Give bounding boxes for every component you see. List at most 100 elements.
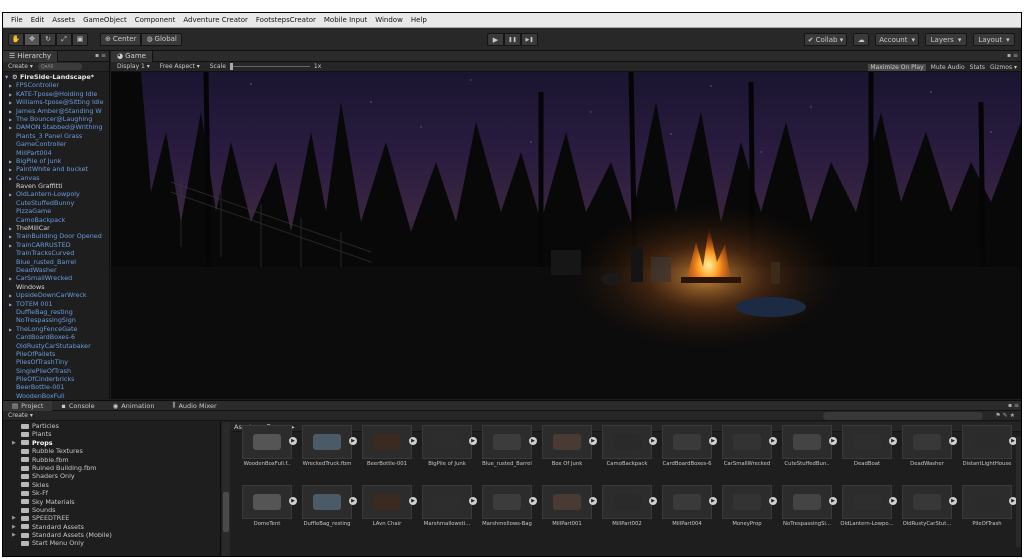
play-icon[interactable]: ▶: [487, 33, 504, 46]
chevron-right-icon[interactable]: ▶: [12, 523, 18, 531]
menu-item-help[interactable]: Help: [407, 16, 431, 24]
chevron-right-icon[interactable]: ▶: [9, 108, 16, 115]
expand-prefab-icon[interactable]: ▶: [649, 437, 657, 445]
chevron-right-icon[interactable]: ▶: [9, 326, 16, 333]
folder-tree-item[interactable]: Sounds: [12, 506, 220, 514]
asset-tile[interactable]: ▶ OldRustyCarStut...: [897, 485, 957, 535]
folder-tree-item[interactable]: Rubble.fbm: [12, 456, 220, 464]
hierarchy-item[interactable]: ▶ The Bouncer@Laughing: [5, 115, 109, 123]
aspect-dropdown[interactable]: Free Aspect ▾: [160, 63, 200, 70]
move-tool-icon[interactable]: ✥: [24, 32, 40, 46]
hierarchy-item[interactable]: CamoBackpack: [5, 216, 109, 224]
center-pivot-button[interactable]: ⊕ Center: [100, 32, 142, 46]
folder-tree-item[interactable]: Rubble Textures: [12, 447, 220, 455]
tab-animation[interactable]: ◉ Animation: [104, 401, 164, 411]
hierarchy-item[interactable]: PileOfCinderbricks: [5, 375, 109, 383]
expand-prefab-icon[interactable]: ▶: [469, 437, 477, 445]
mute-audio-toggle[interactable]: Mute Audio: [931, 64, 965, 71]
asset-tile[interactable]: ▶ Box Of Junk: [537, 425, 597, 475]
hierarchy-item[interactable]: PileOfPallets: [5, 350, 109, 358]
project-create-button[interactable]: Create ▾: [8, 412, 33, 419]
expand-prefab-icon[interactable]: ▶: [709, 497, 717, 505]
hierarchy-item[interactable]: SinglePileOfTrash: [5, 367, 109, 375]
hierarchy-item[interactable]: ▶ BigPile of Junk: [5, 157, 109, 165]
chevron-right-icon[interactable]: ▶: [12, 531, 18, 539]
hierarchy-item[interactable]: ▶ OldLantern-Lowpoly: [5, 190, 109, 198]
chevron-right-icon[interactable]: ▶: [12, 514, 18, 522]
tab-console[interactable]: ▪ Console: [52, 401, 103, 411]
game-viewport[interactable]: [111, 72, 1021, 399]
folder-tree-item[interactable]: Sky Materials: [12, 498, 220, 506]
chevron-right-icon[interactable]: ▶: [12, 439, 18, 447]
hierarchy-item[interactable]: CuteStuffedBunny: [5, 199, 109, 207]
folder-tree-item[interactable]: ▶ Props: [12, 439, 220, 447]
expand-prefab-icon[interactable]: ▶: [409, 437, 417, 445]
expand-prefab-icon[interactable]: ▶: [529, 497, 537, 505]
hierarchy-item[interactable]: ▶ CarSmallWrecked: [5, 274, 109, 282]
hierarchy-search-input[interactable]: Q▾All: [37, 63, 82, 70]
asset-tile[interactable]: ▶ DeadBoat: [837, 425, 897, 475]
folder-tree-item[interactable]: ▶ Standard Assets: [12, 523, 220, 531]
account-dropdown[interactable]: Account ▾: [875, 33, 919, 46]
hierarchy-item[interactable]: Raven Graffitti: [5, 182, 109, 190]
menu-item-component[interactable]: Component: [131, 16, 180, 24]
expand-prefab-icon[interactable]: ▶: [769, 437, 777, 445]
expand-prefab-icon[interactable]: ▶: [409, 497, 417, 505]
hierarchy-item[interactable]: BeerBottle-001: [5, 383, 109, 391]
slider-thumb[interactable]: [229, 63, 233, 70]
stats-toggle[interactable]: Stats: [970, 64, 985, 71]
hierarchy-item[interactable]: OldRustyCarStutabaker: [5, 342, 109, 350]
hierarchy-item[interactable]: ▶ Williams-tpose@Sitting Idle: [5, 98, 109, 106]
chevron-right-icon[interactable]: ▶: [9, 225, 16, 232]
hierarchy-item[interactable]: ▶ TOTEM 001: [5, 300, 109, 308]
rotate-tool-icon[interactable]: ↻: [40, 32, 56, 46]
hierarchy-create-button[interactable]: Create ▾: [8, 63, 33, 70]
expand-prefab-icon[interactable]: ▶: [589, 437, 597, 445]
expand-prefab-icon[interactable]: ▶: [349, 497, 357, 505]
pause-icon[interactable]: ❚❚: [504, 33, 521, 46]
expand-prefab-icon[interactable]: ▶: [649, 497, 657, 505]
chevron-right-icon[interactable]: ▶: [9, 166, 16, 173]
hierarchy-item[interactable]: DeadWasher: [5, 266, 109, 274]
filter-icons[interactable]: ⚑ ✎ ★: [995, 412, 1015, 419]
hierarchy-item[interactable]: ▶ DAMON Stabbed@Writhing: [5, 123, 109, 131]
hierarchy-item[interactable]: GameController: [5, 140, 109, 148]
hierarchy-item[interactable]: ▶ TrainCARRUSTED: [5, 241, 109, 249]
folder-tree-item[interactable]: ▶ SPEEDTREE: [12, 514, 220, 522]
step-icon[interactable]: ▶❚: [521, 33, 538, 46]
panel-menu-icon[interactable]: ▪ ≡: [1008, 402, 1019, 409]
menu-item-file[interactable]: File: [7, 16, 27, 24]
expand-prefab-icon[interactable]: ▶: [289, 497, 297, 505]
asset-tile[interactable]: ▶ OldLantern-Lowpo...: [837, 485, 897, 535]
menu-item-edit[interactable]: Edit: [27, 16, 49, 24]
menu-item-gameobject[interactable]: GameObject: [79, 16, 131, 24]
asset-tile[interactable]: ▶ CarSmallWrecked: [717, 425, 777, 475]
expand-prefab-icon[interactable]: ▶: [829, 497, 837, 505]
hierarchy-item[interactable]: ▶ TrainBuilding Door Opened: [5, 232, 109, 240]
asset-tile[interactable]: ▶ BeerBottle-001: [357, 425, 417, 475]
hierarchy-item[interactable]: TrainTracksCurved: [5, 249, 109, 257]
chevron-right-icon[interactable]: ▶: [9, 233, 16, 240]
asset-tile[interactable]: ▶ NoTrespassingSi...: [777, 485, 837, 535]
hierarchy-item[interactable]: PilesOfTrashTiny: [5, 358, 109, 366]
hierarchy-item[interactable]: ▶ KATE-Tpose@Holding Idle: [5, 90, 109, 98]
tree-scrollbar[interactable]: [222, 422, 230, 556]
chevron-right-icon[interactable]: ▶: [9, 82, 16, 89]
chevron-right-icon[interactable]: ▶: [9, 275, 16, 282]
hierarchy-item[interactable]: Windows: [5, 283, 109, 291]
chevron-right-icon[interactable]: ▶: [9, 124, 16, 131]
asset-tile[interactable]: ▶ CardBoardBoxes-6: [657, 425, 717, 475]
hierarchy-item[interactable]: ▶ Canvas: [5, 174, 109, 182]
hand-tool-icon[interactable]: ✋: [8, 32, 24, 46]
scale-tool-icon[interactable]: ⤢: [56, 32, 72, 46]
asset-tile[interactable]: ▶ CuteStuffedBun..: [777, 425, 837, 475]
hierarchy-item[interactable]: ▶ TheMillCar: [5, 224, 109, 232]
chevron-right-icon[interactable]: ▶: [9, 175, 16, 182]
hierarchy-item[interactable]: ▶ PaintWhite and bucket: [5, 165, 109, 173]
expand-prefab-icon[interactable]: ▶: [289, 437, 297, 445]
tab-audio-mixer[interactable]: ⫼ Audio Mixer: [163, 401, 225, 411]
expand-prefab-icon[interactable]: ▶: [469, 497, 477, 505]
expand-prefab-icon[interactable]: ▶: [769, 497, 777, 505]
panel-menu-icon[interactable]: ▪ ≡: [95, 52, 106, 59]
hierarchy-item[interactable]: PizzaGame: [5, 207, 109, 215]
